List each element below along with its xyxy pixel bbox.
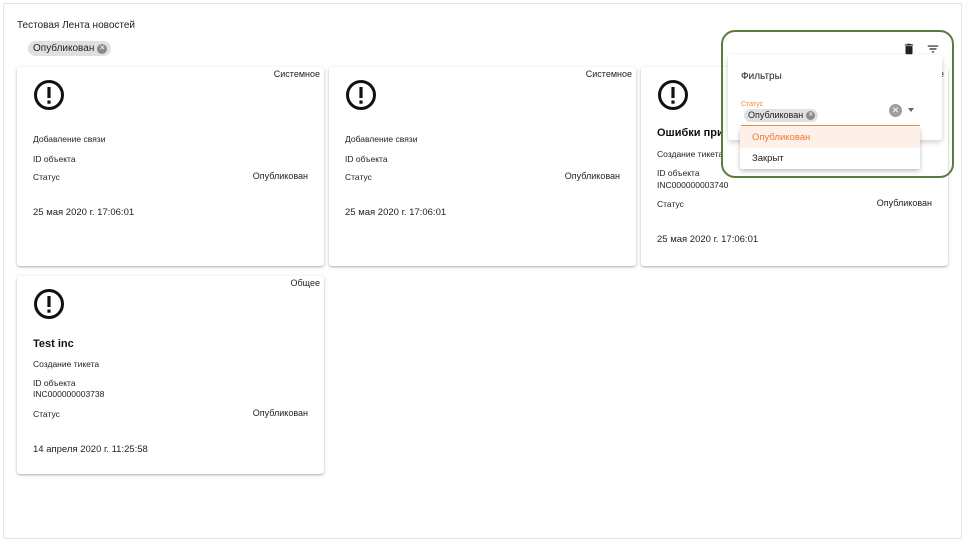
card-type: Системное xyxy=(585,69,632,79)
card-status-value: Опубликован xyxy=(876,198,932,208)
card-date: 25 мая 2020 г. 17:06:01 xyxy=(345,207,447,218)
alert-circle-icon xyxy=(34,289,64,319)
status-option-closed[interactable]: Закрыт xyxy=(740,148,920,169)
clear-icon[interactable]: ✕ xyxy=(889,104,902,117)
status-field-label: Статус xyxy=(741,101,764,108)
status-option-published[interactable]: Опубликован xyxy=(740,127,920,148)
filters-title: Фильтры xyxy=(741,71,782,82)
card-title: Test inc xyxy=(33,338,74,350)
status-options-dropdown: Опубликован Закрыт xyxy=(740,127,920,169)
card-title: Ошибки при xyxy=(657,127,724,139)
card-type: Общее xyxy=(290,278,320,288)
trash-icon[interactable] xyxy=(902,42,916,56)
card-date: 25 мая 2020 г. 17:06:01 xyxy=(33,207,135,218)
card-action: Добавление связи xyxy=(33,134,106,144)
card-status-label: Статус xyxy=(33,172,60,182)
card-type: Системное xyxy=(273,69,320,79)
status-selected-chip[interactable]: Опубликован ✕ xyxy=(744,109,819,122)
status-field-underline xyxy=(741,125,920,126)
card-action: Создание тикета xyxy=(657,149,724,159)
card-status-label: Статус xyxy=(657,199,684,209)
active-filter-chip[interactable]: Опубликован ✕ xyxy=(28,41,112,56)
status-selected-chip-label: Опубликован xyxy=(748,110,804,120)
card-status-value: Опубликован xyxy=(252,171,308,181)
card-status-value: Опубликован xyxy=(252,408,308,418)
feed-title: Тестовая Лента новостей xyxy=(17,20,136,31)
card-object-label: ID объекта xyxy=(345,154,388,164)
news-card[interactable]: Общее Test inc Создание тикета ID объект… xyxy=(17,276,324,474)
card-object-label: ID объекта xyxy=(33,154,76,164)
alert-circle-icon xyxy=(346,80,376,110)
active-filter-chip-label: Опубликован xyxy=(33,43,95,54)
card-action: Создание тикета xyxy=(33,359,100,369)
card-object-label: ID объекта xyxy=(33,378,76,388)
dropdown-arrow-icon[interactable] xyxy=(908,108,914,112)
news-card[interactable]: Системное Добавление связи ID объекта Ст… xyxy=(17,67,324,266)
card-status-label: Статус xyxy=(33,409,60,419)
chip-remove-icon[interactable]: ✕ xyxy=(97,43,108,54)
card-object-label: ID объекта xyxy=(657,168,700,178)
card-status-label: Статус xyxy=(345,172,372,182)
card-object-id: INC000000003738 xyxy=(33,389,105,399)
news-card[interactable]: Системное Добавление связи ID объекта Ст… xyxy=(329,67,636,266)
chip-remove-icon[interactable]: ✕ xyxy=(806,111,816,120)
card-date: 14 апреля 2020 г. 11:25:58 xyxy=(33,444,148,455)
card-action: Добавление связи xyxy=(345,134,418,144)
card-status-value: Опубликован xyxy=(564,171,620,181)
card-date: 25 мая 2020 г. 17:06:01 xyxy=(657,234,759,245)
card-object-id: INC000000003740 xyxy=(657,180,729,190)
alert-circle-icon xyxy=(658,80,688,110)
filter-icon[interactable] xyxy=(926,42,940,56)
alert-circle-icon xyxy=(34,80,64,110)
